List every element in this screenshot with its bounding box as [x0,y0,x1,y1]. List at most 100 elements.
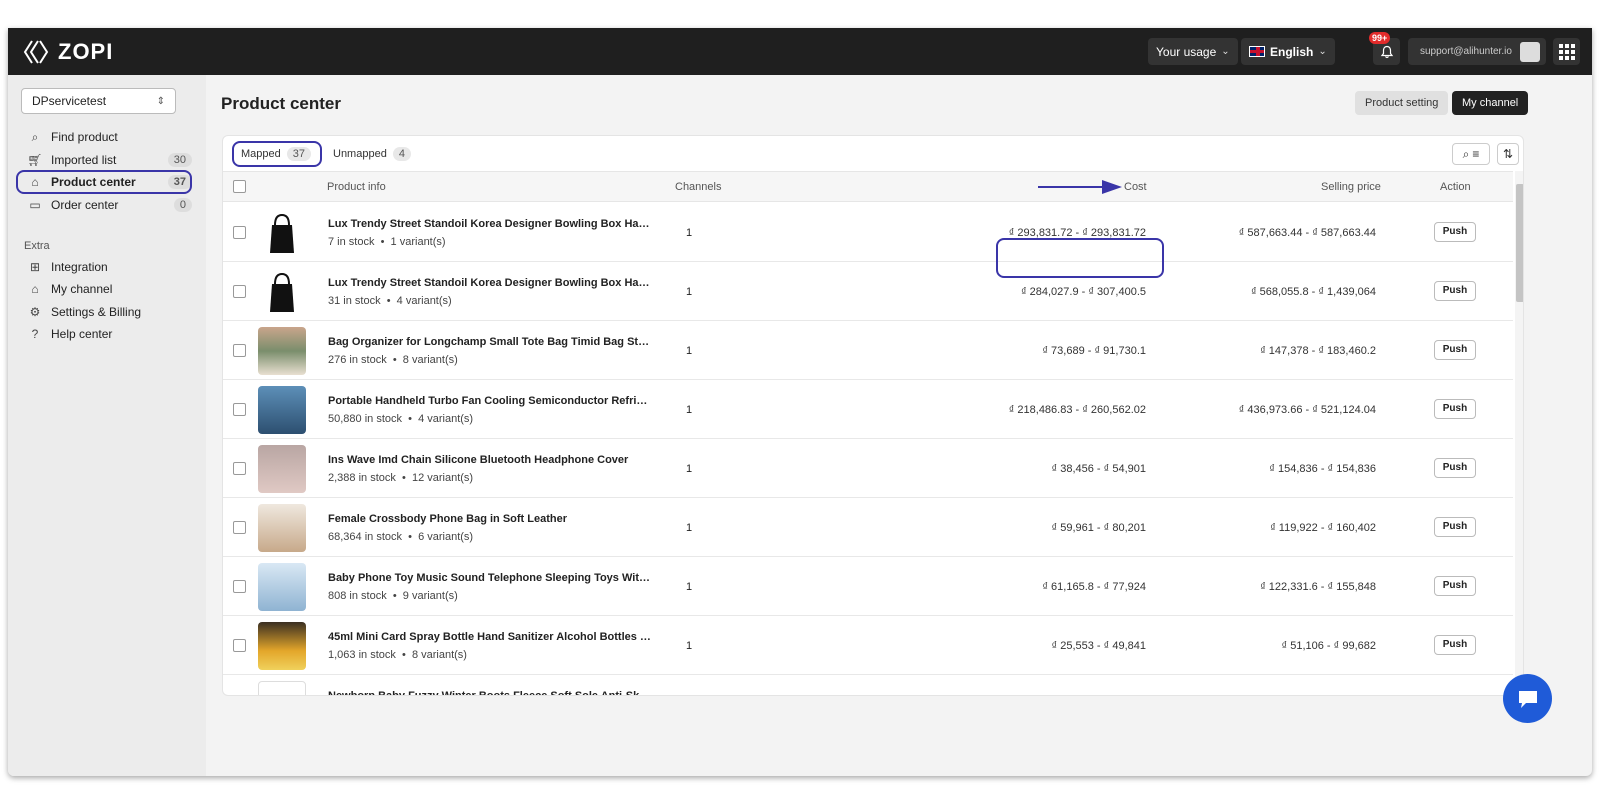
product-meta: 7 in stock • 1 variant(s) [328,236,446,248]
store-select[interactable]: DPservicetest ⇕ [21,88,176,114]
row-checkbox[interactable] [233,580,246,593]
row-checkbox[interactable] [233,344,246,357]
channel-count: 1 [686,404,693,416]
product-name[interactable]: Baby Phone Toy Music Sound Telephone Sle… [328,572,653,584]
cart-icon: 🛒︎ [27,153,43,167]
chat-button[interactable] [1503,674,1552,723]
product-thumbnail[interactable] [258,504,306,552]
product-thumbnail[interactable] [258,622,306,670]
table-row: Female Crossbody Phone Bag in Soft Leath… [223,498,1513,557]
product-name[interactable]: Lux Trendy Street Standoil Korea Designe… [328,218,653,230]
product-name[interactable]: Ins Wave Imd Chain Silicone Bluetooth He… [328,454,653,466]
search-icon: ⌕ [1462,146,1470,161]
product-meta: 68,364 in stock • 6 variant(s) [328,531,474,543]
stock-count: 31 in stock [328,295,381,307]
stock-count: 276 in stock [328,354,387,366]
sidebar-item-order-center[interactable]: ▭ Order center 0 [22,195,192,215]
product-image [270,272,294,312]
sidebar-item-find-product[interactable]: ⌕ Find product [22,127,192,147]
sidebar-item-settings-billing[interactable]: ⚙ Settings & Billing [22,302,192,322]
cost-range: ₫ 38,456 - ₫ 54,901 [1051,463,1146,475]
push-button[interactable]: Push [1434,399,1476,419]
product-name[interactable]: Bag Organizer for Longchamp Small Tote B… [328,336,653,348]
variant-count: 9 variant(s) [402,590,458,602]
selling-price-range: ₫ 568,055.8 - ₫ 1,439,064 [1250,286,1376,298]
push-button[interactable]: Push [1434,517,1476,537]
tab-unmapped[interactable]: Unmapped 4 [333,147,411,161]
account-menu[interactable]: support@alihunter.io [1408,38,1546,65]
page-title: Product center [221,94,341,113]
row-checkbox[interactable] [233,285,246,298]
product-name[interactable]: 45ml Mini Card Spray Bottle Hand Sanitiz… [328,631,653,643]
channel-count: 1 [686,522,693,534]
product-thumbnail[interactable] [258,681,306,695]
cost-range: ₫ 59,961 - ₫ 80,201 [1051,522,1146,534]
push-button[interactable]: Push [1434,458,1476,478]
product-name[interactable]: Portable Handheld Turbo Fan Cooling Semi… [328,395,653,407]
sort-button[interactable]: ⇅ [1497,143,1519,165]
product-thumbnail[interactable] [258,327,306,375]
selling-price-range: ₫ 119,922 - ₫ 160,402 [1270,522,1376,534]
column-selling-price: Selling price [1321,181,1381,193]
channel-count: 1 [686,286,693,298]
row-checkbox[interactable] [233,521,246,534]
inbox-icon: ▭ [29,198,41,212]
table-row: Bag Organizer for Longchamp Small Tote B… [223,321,1513,380]
product-meta: 2,388 in stock • 12 variant(s) [328,472,474,484]
push-button[interactable]: Push [1434,576,1476,596]
scrollbar-thumb[interactable] [1516,184,1523,302]
stock-count: 50,880 in stock [328,413,402,425]
product-name[interactable]: Female Crossbody Phone Bag in Soft Leath… [328,513,653,525]
row-checkbox[interactable] [233,226,246,239]
column-channels: Channels [675,181,722,193]
push-button[interactable]: Push [1434,281,1476,301]
search-filter-button[interactable]: ⌕ ≡ [1452,143,1490,165]
variant-count: 1 variant(s) [390,236,446,248]
cost-range: ₫ 25,553 - ₫ 49,841 [1051,640,1146,652]
avatar [1519,41,1540,62]
chevron-down-icon: ⌄ [1318,46,1327,57]
select-all-checkbox[interactable] [233,180,246,193]
product-meta: 808 in stock • 9 variant(s) [328,590,458,602]
product-thumbnail[interactable] [258,209,306,257]
product-name[interactable]: Lux Trendy Street Standoil Korea Designe… [328,277,653,289]
product-table-card: Mapped 37 Unmapped 4 ⌕ ≡ ⇅ Product info C… [222,135,1524,696]
product-thumbnail[interactable] [258,445,306,493]
chevron-down-icon: ⌄ [1221,46,1230,57]
table-row: 45ml Mini Card Spray Bottle Hand Sanitiz… [223,616,1513,675]
push-button[interactable]: Push [1434,222,1476,242]
row-checkbox[interactable] [233,639,246,652]
product-thumbnail[interactable] [258,386,306,434]
selling-price-range: ₫ 122,331.6 - ₫ 155,848 [1260,581,1376,593]
push-button[interactable]: Push [1434,635,1476,655]
product-meta: 276 in stock • 8 variant(s) [328,354,458,366]
row-checkbox[interactable] [233,462,246,475]
product-thumbnail[interactable] [258,268,306,316]
channel-count: 1 [686,463,693,475]
sidebar-item-imported-list[interactable]: 🛒︎ Imported list 30 [22,150,192,170]
product-name[interactable]: Newborn Baby Fuzzy Winter Boots Fleece S… [328,690,653,695]
column-cost: Cost [1124,181,1147,193]
annotation-arrow-icon [1038,180,1122,194]
sidebar-item-my-channel[interactable]: ⌂ My channel [22,279,192,299]
sidebar-item-integration[interactable]: ⊞ Integration [22,257,192,277]
sidebar-item-label: Find product [51,130,118,144]
row-checkbox[interactable] [233,403,246,416]
highlight-cost-cell [996,238,1164,278]
usage-dropdown[interactable]: Your usage ⌄ [1148,38,1238,65]
product-setting-button[interactable]: Product setting [1355,91,1449,115]
stock-count: 2,388 in stock [328,472,396,484]
store-icon: ⌂ [31,282,39,296]
push-button[interactable]: Push [1434,340,1476,360]
variant-count: 4 variant(s) [396,295,452,307]
help-icon: ? [31,327,39,341]
product-thumbnail[interactable] [258,563,306,611]
apps-grid-button[interactable] [1553,38,1580,65]
sidebar-item-help-center[interactable]: ? Help center [22,324,192,344]
cost-range: ₫ 73,689 - ₫ 91,730.1 [1042,345,1146,357]
logo[interactable]: ZOPI [22,37,113,67]
language-dropdown[interactable]: English ⌄ [1241,38,1335,65]
my-channel-button[interactable]: My channel [1452,91,1529,115]
gear-icon: ⚙ [29,305,41,319]
table-row: Lux Trendy Street Standoil Korea Designe… [223,262,1513,321]
